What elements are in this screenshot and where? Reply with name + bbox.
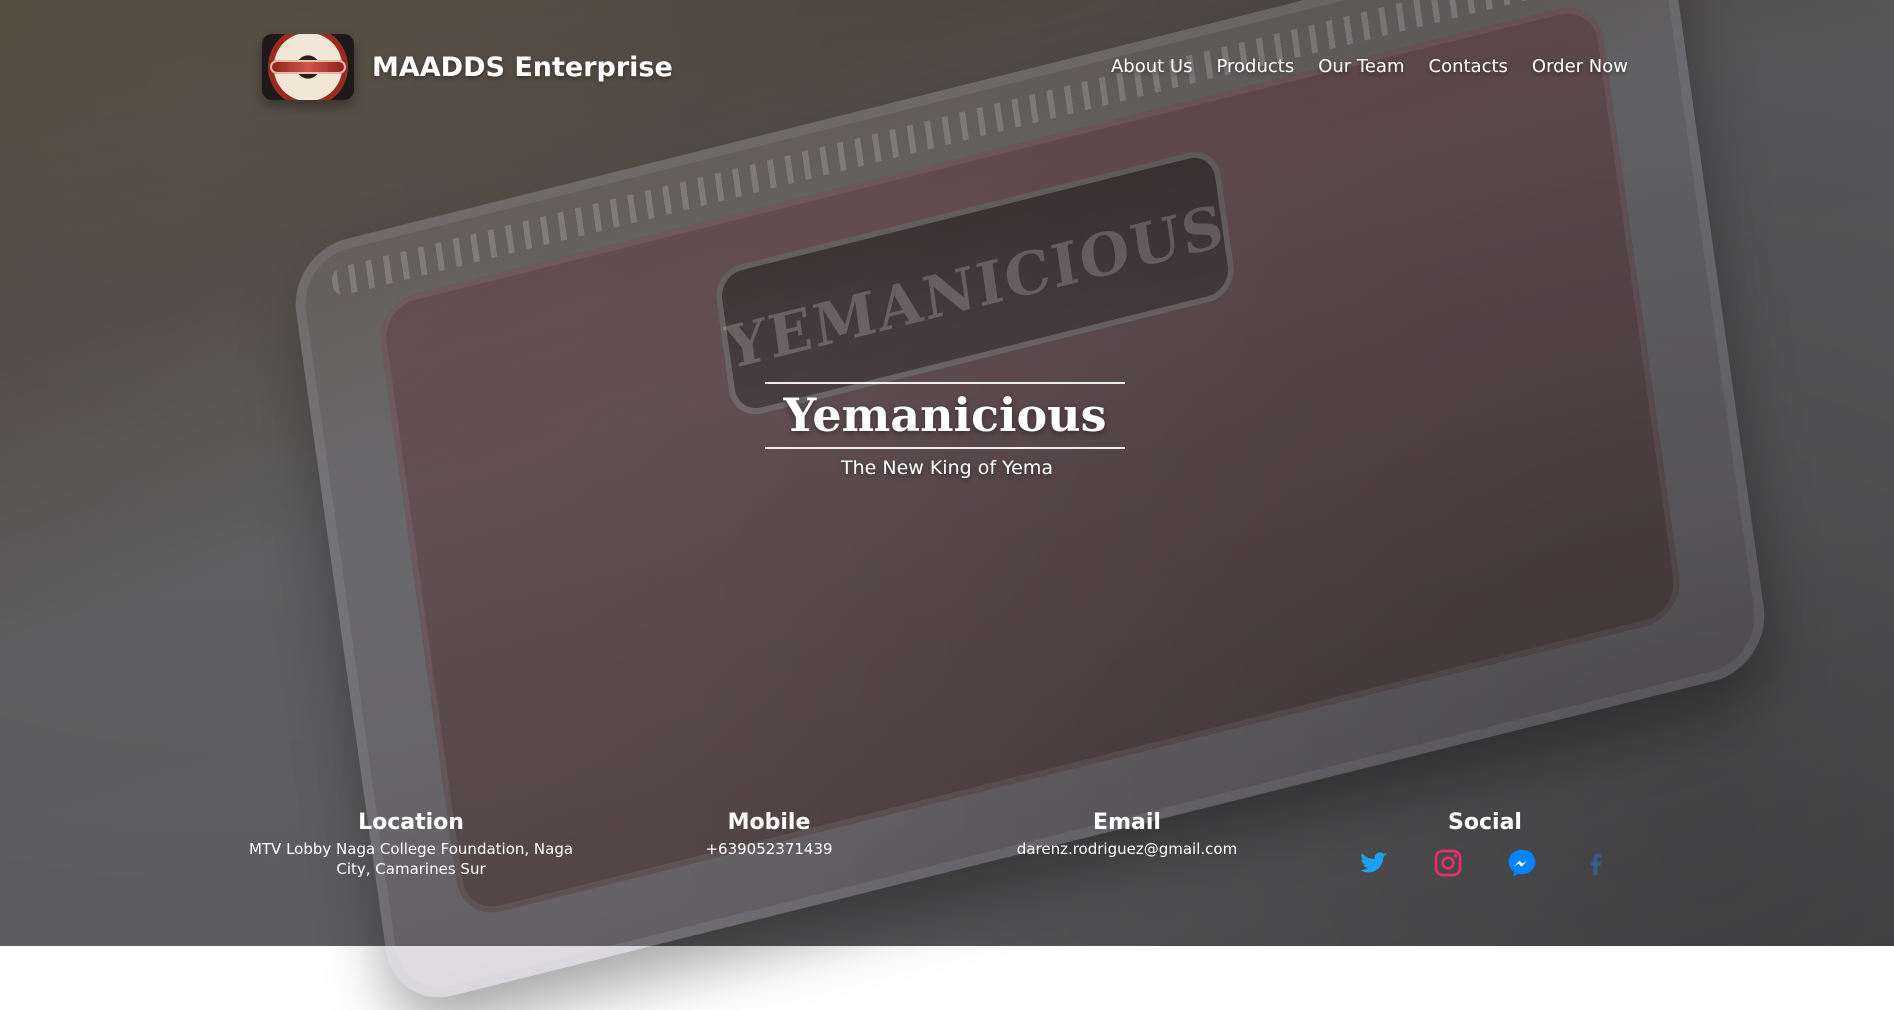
messenger-icon[interactable]	[1504, 845, 1540, 881]
footer-social-title: Social	[1448, 810, 1522, 835]
hero-title: Yemanicious	[783, 388, 1107, 442]
footer-mobile-value: +639052371439	[705, 840, 833, 858]
brand[interactable]: MAADDS Enterprise	[262, 34, 673, 100]
footer-location-title: Location	[358, 810, 464, 835]
footer-social: Social	[1305, 810, 1665, 881]
nav-about-us[interactable]: About Us	[1111, 56, 1193, 77]
main-nav: About Us Products Our Team Contacts Orde…	[1111, 56, 1628, 77]
footer-email-title: Email	[1093, 810, 1161, 835]
twitter-icon[interactable]	[1356, 845, 1392, 881]
social-icons	[1305, 845, 1665, 881]
footer-email: Email darenz.rodriguez@gmail.com	[947, 810, 1307, 859]
nav-products[interactable]: Products	[1216, 56, 1294, 77]
brand-name[interactable]: MAADDS Enterprise	[372, 52, 673, 83]
nav-contacts[interactable]: Contacts	[1429, 56, 1508, 77]
hero-title-frame: Yemanicious	[765, 382, 1125, 449]
footer-mobile-title: Mobile	[727, 810, 811, 835]
hero-subtitle: The New King of Yema	[840, 456, 1053, 479]
footer-email-value: darenz.rodriguez@gmail.com	[1016, 840, 1238, 858]
footer-location: Location MTV Lobby Naga College Foundati…	[231, 810, 591, 880]
nav-order-now[interactable]: Order Now	[1532, 56, 1628, 77]
hero-heading: Yemanicious The New King of Yema	[0, 382, 1894, 479]
site-header: MAADDS Enterprise About Us Products Our …	[0, 0, 1894, 140]
yemanicious-logo-icon[interactable]	[262, 34, 354, 100]
footer-location-value: MTV Lobby Naga College Foundation, Naga …	[248, 840, 574, 879]
footer-mobile: Mobile +639052371439	[589, 810, 949, 859]
nav-our-team[interactable]: Our Team	[1318, 56, 1404, 77]
site-footer: Location MTV Lobby Naga College Foundati…	[0, 786, 1894, 946]
instagram-icon[interactable]	[1430, 845, 1466, 881]
facebook-icon[interactable]	[1578, 845, 1614, 881]
